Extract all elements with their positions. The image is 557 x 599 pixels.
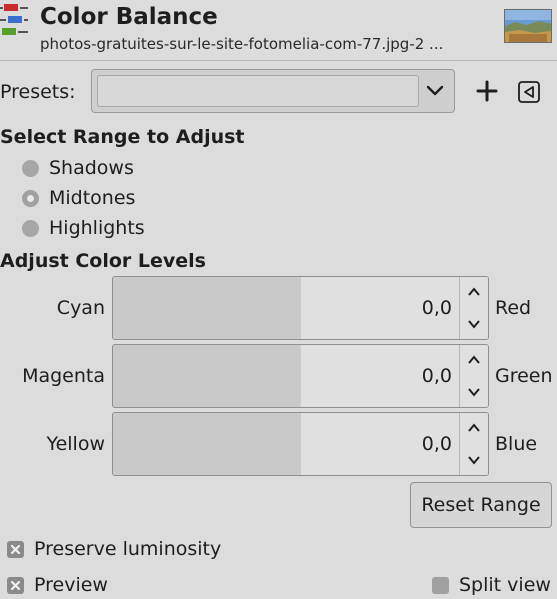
slider-value[interactable]: 0,0 [422,277,452,339]
color-balance-icon [0,2,30,38]
slider-fill [113,277,301,339]
reset-range-button[interactable]: Reset Range [410,482,552,528]
radio-midtones[interactable]: Midtones [22,184,135,212]
slider-value[interactable]: 0,0 [422,413,452,475]
radio-indicator[interactable] [22,159,39,177]
dialog-title: Color Balance [40,4,218,30]
checkbox-label: Split view [459,574,551,596]
chevron-up-icon [468,287,480,296]
spin-buttons[interactable] [459,413,488,475]
red-label: Red [495,297,532,319]
checkbox-label: Preview [34,574,108,596]
split-view-checkbox[interactable]: Split view [432,571,551,599]
cyan-label: Cyan [56,297,105,319]
radio-label: Midtones [49,187,136,209]
preserve-luminosity-checkbox[interactable]: Preserve luminosity [7,535,221,563]
chevron-up-icon [468,355,480,364]
radio-indicator[interactable] [22,189,39,207]
yellow-blue-slider[interactable]: 0,0 [112,412,489,476]
range-section-title: Select Range to Adjust [0,126,245,148]
levels-section-title: Adjust Color Levels [0,250,206,272]
presets-entry[interactable] [97,75,419,107]
header-divider [0,60,557,61]
slider-fill [113,413,301,475]
magenta-label: Magenta [22,365,105,387]
spin-buttons[interactable] [459,277,488,339]
radio-indicator[interactable] [22,219,39,237]
chevron-up-icon [468,423,480,432]
add-preset-button[interactable] [473,77,501,105]
checkbox-label: Preserve luminosity [34,538,222,560]
slider-fill [113,345,301,407]
radio-shadows[interactable]: Shadows [22,154,134,182]
chevron-down-icon [468,320,480,329]
preview-checkbox[interactable]: Preview [7,571,108,599]
radio-highlights[interactable]: Highlights [22,214,145,242]
plus-icon [476,80,498,102]
image-name: photos-gratuites-sur-le-site-fotomelia-c… [40,35,444,53]
magenta-green-slider[interactable]: 0,0 [112,344,489,408]
blue-label: Blue [495,433,538,455]
checkbox-indicator[interactable] [7,540,24,558]
radio-label: Shadows [49,157,134,179]
presets-menu-button[interactable] [517,80,541,104]
triangle-left-icon [518,81,540,103]
presets-label: Presets: [0,81,76,103]
chevron-down-icon [468,388,480,397]
image-thumbnail [504,9,552,43]
checkbox-indicator[interactable] [7,576,24,594]
cyan-red-slider[interactable]: 0,0 [112,276,489,340]
spin-buttons[interactable] [459,345,488,407]
radio-label: Highlights [49,217,145,239]
chevron-down-icon [468,456,480,465]
checkbox-indicator[interactable] [432,576,449,594]
presets-combo[interactable] [91,69,455,113]
slider-value[interactable]: 0,0 [422,345,452,407]
green-label: Green [495,365,553,387]
chevron-down-icon[interactable] [424,78,446,102]
yellow-label: Yellow [46,433,106,455]
